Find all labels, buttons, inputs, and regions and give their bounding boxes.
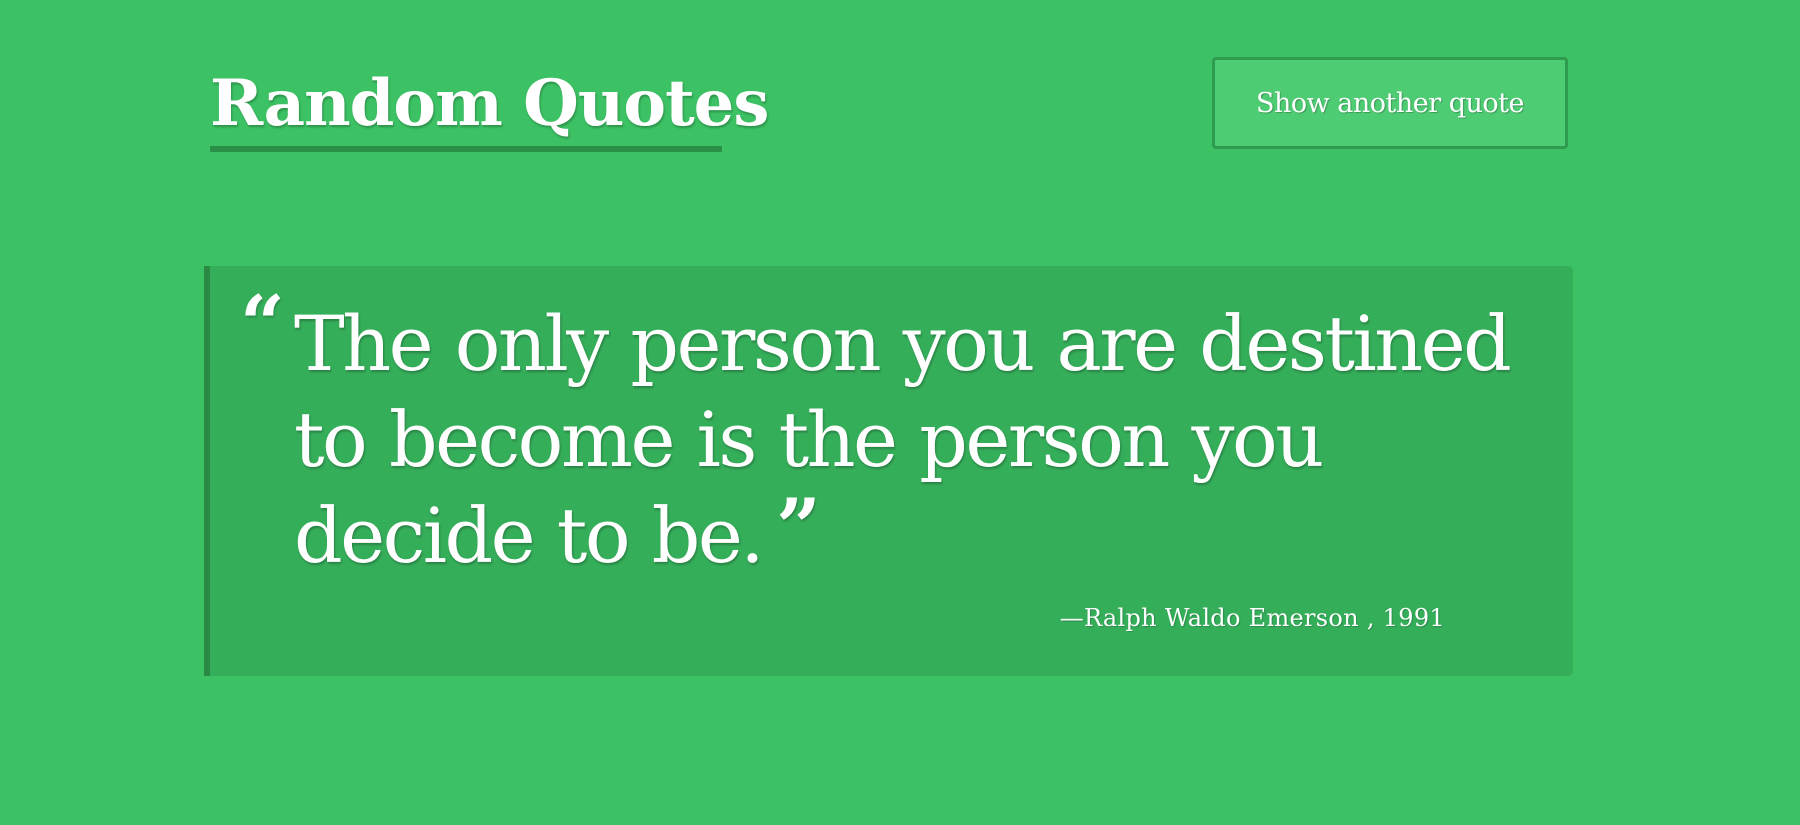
quote-card: “ The only person you are destined to be… — [204, 266, 1573, 676]
title-underline — [210, 146, 722, 152]
show-another-quote-button[interactable]: Show another quote — [1212, 57, 1568, 149]
page-title: Random Quotes — [210, 66, 769, 141]
quote-attribution: —Ralph Waldo Emerson , 1991 — [1059, 604, 1445, 632]
quote-text-block: The only person you are destined to beco… — [294, 296, 1564, 584]
close-quote-icon: ” — [776, 482, 821, 573]
quote-text: The only person you are destined to beco… — [294, 299, 1512, 580]
open-quote-icon: “ — [240, 279, 285, 370]
